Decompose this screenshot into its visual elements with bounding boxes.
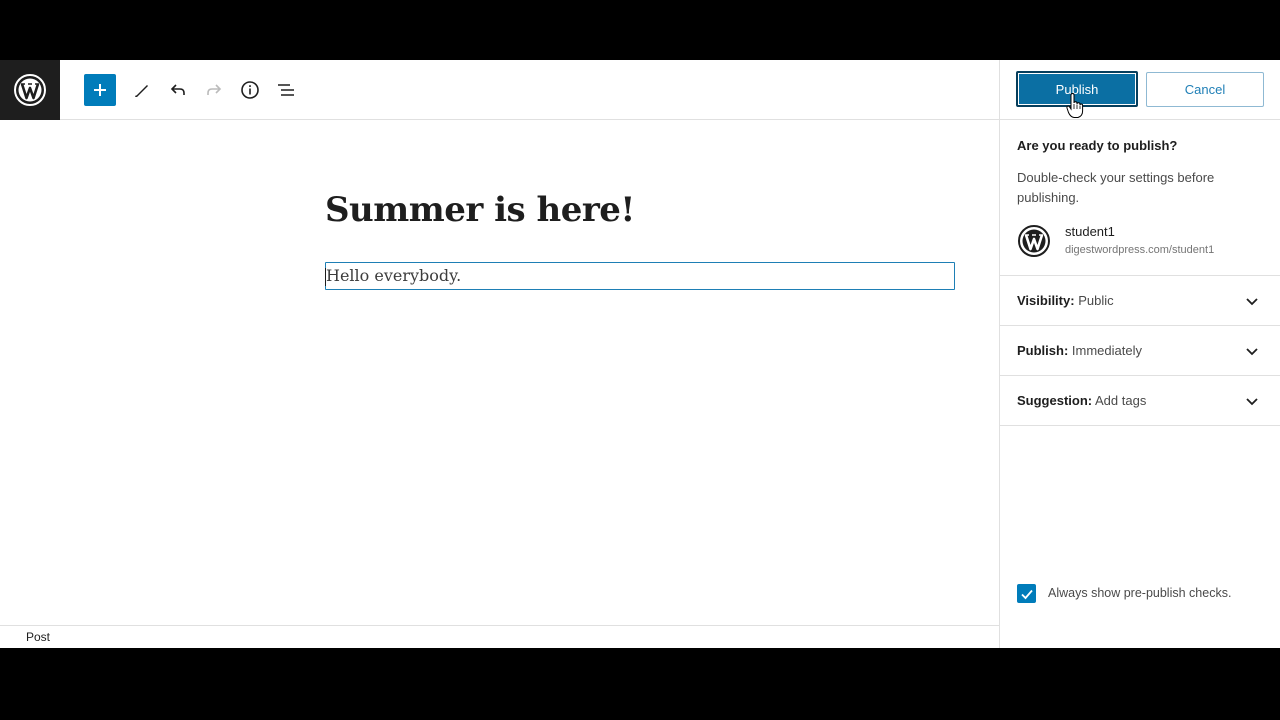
info-icon xyxy=(241,81,259,99)
wordpress-icon xyxy=(14,74,46,106)
always-show-checks-checkbox[interactable] xyxy=(1017,584,1036,603)
prepublish-description: Double-check your settings before publis… xyxy=(1017,170,1215,205)
site-url: digestwordpress.com/student1 xyxy=(1065,244,1215,256)
chevron-down-icon xyxy=(1246,398,1258,406)
site-wordpress-icon xyxy=(1018,225,1050,257)
checkmark-icon xyxy=(1020,589,1033,599)
editor-canvas: Summer is here! Hello everybody. xyxy=(0,120,999,625)
editor-screen: Summer is here! Hello everybody. Post Pu… xyxy=(0,60,1280,648)
publish-date-value: Immediately xyxy=(1071,343,1142,358)
prepublish-checks-option: Always show pre-publish checks. xyxy=(1017,584,1277,604)
list-view-button[interactable] xyxy=(270,74,302,106)
visibility-panel-toggle[interactable]: Visibility: Public xyxy=(1000,276,1280,326)
hand-cursor-icon xyxy=(1066,93,1084,118)
tools-button[interactable] xyxy=(126,74,158,106)
add-block-button[interactable] xyxy=(84,74,116,106)
publish-date-label: Publish: xyxy=(1017,343,1069,358)
chevron-down-icon xyxy=(1246,348,1258,356)
undo-button[interactable] xyxy=(162,74,194,106)
paragraph-block[interactable]: Hello everybody. xyxy=(325,262,955,290)
redo-icon xyxy=(207,84,222,95)
block-breadcrumb: Post xyxy=(0,625,999,648)
site-name: student1 xyxy=(1065,224,1115,239)
suggestion-panel-toggle[interactable]: Suggestion: Add tags xyxy=(1000,376,1280,426)
site-info: student1 digestwordpress.com/student1 xyxy=(1017,222,1267,262)
suggestion-label: Suggestion: xyxy=(1017,393,1093,408)
chevron-down-icon xyxy=(1246,298,1258,306)
post-title[interactable]: Summer is here! xyxy=(325,190,635,230)
prepublish-sidebar: Publish Cancel Are you ready to publish?… xyxy=(999,60,1280,648)
undo-icon xyxy=(170,84,185,95)
sidebar-header: Publish Cancel xyxy=(1000,60,1280,120)
suggestion-value: Add tags xyxy=(1095,393,1147,408)
paragraph-text: Hello everybody. xyxy=(326,266,462,285)
breadcrumb-post[interactable]: Post xyxy=(26,630,50,644)
redo-button[interactable] xyxy=(198,74,230,106)
plus-icon xyxy=(94,84,106,96)
cancel-button[interactable]: Cancel xyxy=(1146,72,1264,107)
top-toolbar xyxy=(0,60,1000,120)
list-view-icon xyxy=(278,84,294,96)
prepublish-panel: Are you ready to publish? Double-check y… xyxy=(1000,120,1280,276)
pencil-icon xyxy=(135,85,148,97)
always-show-checks-label[interactable]: Always show pre-publish checks. xyxy=(1048,586,1231,600)
details-button[interactable] xyxy=(234,74,266,106)
prepublish-title: Are you ready to publish? xyxy=(1017,138,1178,153)
wordpress-logo-button[interactable] xyxy=(0,60,60,120)
publish-date-panel-toggle[interactable]: Publish: Immediately xyxy=(1000,326,1280,376)
visibility-label: Visibility: xyxy=(1017,293,1075,308)
visibility-value: Public xyxy=(1078,293,1114,308)
